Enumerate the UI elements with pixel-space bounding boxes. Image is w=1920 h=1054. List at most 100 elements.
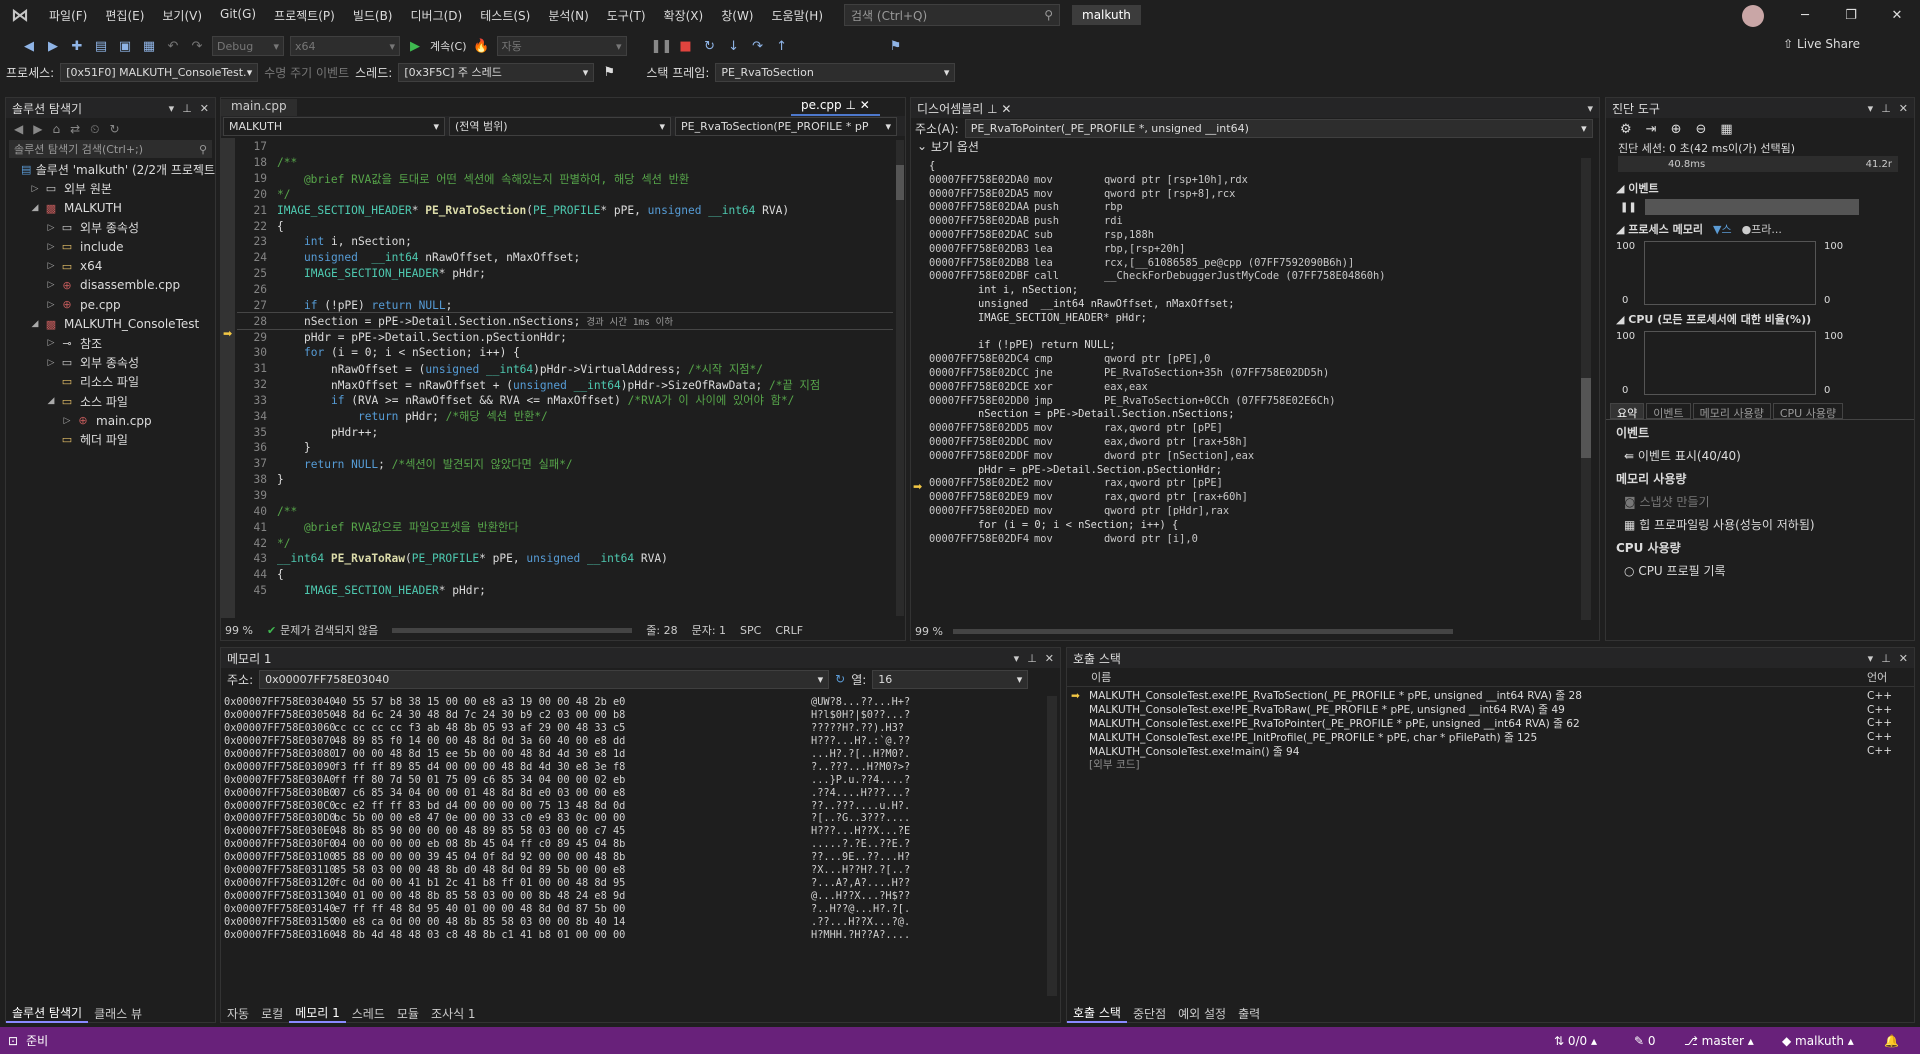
view-options-toggle[interactable]: ⌄ 보기 옵션: [911, 138, 1599, 154]
code-line[interactable]: 41 @brief RVA값으로 파일오프셋을 반환한다: [237, 519, 893, 535]
restart-icon[interactable]: ↻: [701, 37, 719, 55]
code-line[interactable]: 30 for (i = 0; i < nSection; i++) {: [237, 345, 893, 361]
redo-icon[interactable]: ↷: [188, 37, 206, 55]
disasm-line[interactable]: for (i = 0; i < nSection; i++) {: [929, 519, 1589, 533]
show-events-link[interactable]: ⇚ 이벤트 표시(40/40): [1606, 441, 1914, 464]
memory-address-input[interactable]: 0x00007FF758E03040 ▾: [259, 669, 830, 689]
live-share-button[interactable]: ⇧ Live Share: [1783, 37, 1860, 51]
forward-icon[interactable]: ▶: [44, 37, 62, 55]
expand-chevron-icon[interactable]: ▷: [28, 184, 42, 194]
dropdown-icon[interactable]: ▾: [1014, 652, 1020, 665]
expand-chevron-icon[interactable]: ▷: [44, 223, 58, 233]
menu-item[interactable]: 분석(N): [539, 7, 597, 24]
diag-tab[interactable]: 이벤트: [1646, 403, 1691, 420]
code-line[interactable]: 31 nRawOffset = (unsigned __int64)pHdr->…: [237, 361, 893, 377]
tree-item[interactable]: ▷ ⊕ disassemble.cpp: [6, 276, 215, 295]
code-line[interactable]: 19 @brief RVA값을 토대로 어떤 섹션에 속해있는지 판별하여, 해…: [237, 171, 893, 187]
dropdown-icon[interactable]: ▾: [1868, 102, 1874, 115]
code-line[interactable]: 27 if (!pPE) return NULL;: [237, 297, 893, 313]
disasm-line[interactable]: 00007FF758E02DCC jne PE_RvaToSection+35h (…: [929, 367, 1589, 381]
code-line[interactable]: 36 }: [237, 440, 893, 456]
lines-indicator[interactable]: ⇅ 0/0 ▴: [1554, 1034, 1597, 1048]
memory-row[interactable]: 0x00007FF758E03130 40 01 00 00 48 8b 85 5…: [224, 890, 1044, 903]
process-dropdown[interactable]: [0x51F0] MALKUTH_ConsoleTest. ▾: [60, 62, 259, 82]
save-all-icon[interactable]: ▦: [140, 37, 158, 55]
back-icon[interactable]: ◀: [14, 122, 23, 136]
panel-tab[interactable]: 중단점: [1127, 1005, 1172, 1022]
disasm-line[interactable]: unsigned __int64 nRawOffset, nMaxOffset;: [929, 298, 1589, 312]
project-nav-dropdown[interactable]: MALKUTH ▾: [223, 116, 445, 136]
panel-tab[interactable]: 솔루션 탐색기: [6, 1004, 89, 1023]
bookmark-icon[interactable]: ⚑: [887, 37, 905, 55]
settings-icon[interactable]: ⚙: [1620, 122, 1632, 137]
panel-tab[interactable]: 로컬: [255, 1005, 289, 1022]
expand-chevron-icon[interactable]: ▷: [44, 261, 58, 271]
editor-zoom[interactable]: 99 %: [225, 624, 253, 637]
lifecycle-events[interactable]: 수명 주기 이벤트: [264, 64, 349, 81]
memory-row[interactable]: 0x00007FF758E030C0 cc e2 ff ff 83 bd d4 0…: [224, 800, 1044, 813]
tree-item[interactable]: ▷ ⊕ pe.cpp: [6, 295, 215, 314]
repo-indicator[interactable]: ◆ malkuth ▴: [1782, 1034, 1854, 1048]
code-line[interactable]: 33 if (RVA >= nRawOffset && RVA <= nMaxO…: [237, 393, 893, 409]
tree-item[interactable]: ▷ ▭ include: [6, 237, 215, 256]
disasm-line[interactable]: 00007FF758E02DA0 mov qword ptr [rsp+10h],r…: [929, 174, 1589, 188]
expand-chevron-icon[interactable]: ▷: [44, 280, 58, 290]
code-line[interactable]: 35 pHdr++;: [237, 424, 893, 440]
pending-icon[interactable]: ⏲: [90, 122, 99, 137]
code-line[interactable]: 21 IMAGE_SECTION_HEADER* PE_RvaToSection(…: [237, 202, 893, 218]
code-line[interactable]: 20 */: [237, 187, 893, 203]
close-icon[interactable]: ✕: [1045, 652, 1054, 665]
maximize-button[interactable]: ❐: [1828, 0, 1874, 30]
panel-tab[interactable]: 스레드: [346, 1005, 391, 1022]
columns-dropdown[interactable]: 16 ▾: [872, 669, 1029, 689]
home-icon[interactable]: ⌂: [52, 122, 60, 136]
disasm-address-input[interactable]: PE_RvaToPointer(_PE_PROFILE *, unsigned …: [964, 118, 1593, 138]
call-stack-row[interactable]: MALKUTH_ConsoleTest.exe!PE_RvaToRaw(_PE_…: [1067, 703, 1914, 717]
step-over-icon[interactable]: ↷: [749, 37, 767, 55]
pin-icon[interactable]: ⊥: [845, 98, 855, 112]
scope-nav-dropdown[interactable]: (전역 범위) ▾: [449, 116, 671, 136]
refresh-icon[interactable]: ↻: [835, 672, 845, 686]
disasm-line[interactable]: 00007FF758E02DE9 mov rax,qword ptr [rax+60…: [929, 491, 1589, 505]
code-line[interactable]: 22 {: [237, 218, 893, 234]
close-button[interactable]: ✕: [1874, 0, 1920, 30]
panel-tab[interactable]: 출력: [1232, 1005, 1266, 1022]
call-stack-row[interactable]: [외부 코드]: [1067, 758, 1914, 772]
panel-tab[interactable]: 메모리 1: [289, 1004, 346, 1023]
memory-row[interactable]: 0x00007FF758E03040 40 55 57 b8 38 15 00 0…: [224, 696, 1044, 709]
continue-button[interactable]: 계속(C): [430, 38, 467, 54]
memory-row[interactable]: 0x00007FF758E03140 e7 ff ff 48 8d 95 40 0…: [224, 903, 1044, 916]
tab-pe-cpp[interactable]: pe.cpp ⊥ ✕: [791, 98, 880, 116]
tab-main-cpp[interactable]: main.cpp: [221, 99, 297, 116]
diag-tab[interactable]: CPU 사용량: [1772, 403, 1844, 420]
notifications-icon[interactable]: 🔔: [1884, 1034, 1899, 1048]
code-line[interactable]: 29 pHdr = pPE->Detail.Section.pSectionHd…: [237, 329, 893, 345]
col-lang-header[interactable]: 언어: [1867, 669, 1887, 685]
spc-indicator[interactable]: SPC: [740, 624, 761, 637]
code-line[interactable]: 34 return pHdr; /*해당 섹션 반환*/: [237, 408, 893, 424]
disasm-line[interactable]: {: [929, 160, 1589, 174]
expand-chevron-icon[interactable]: ▷: [44, 242, 58, 252]
code-line[interactable]: 38}: [237, 472, 893, 488]
memory-row[interactable]: 0x00007FF758E03060 cc cc cc cc f3 ab 48 8…: [224, 722, 1044, 735]
disasm-line[interactable]: 00007FF758E02DF4 mov dword ptr [i],0: [929, 533, 1589, 547]
memory-row[interactable]: 0x00007FF758E03050 48 8d 6c 24 30 48 8d 7…: [224, 709, 1044, 722]
code-line[interactable]: 42 */: [237, 535, 893, 551]
issues-label[interactable]: 문제가 검색되지 않음: [280, 622, 378, 638]
disasm-line[interactable]: 00007FF758E02DAB push rdi: [929, 215, 1589, 229]
expand-chevron-icon[interactable]: ◢: [28, 203, 42, 213]
editor-scrollbar[interactable]: [896, 140, 904, 616]
menu-item[interactable]: 프로젝트(P): [265, 7, 344, 24]
memory-row[interactable]: 0x00007FF758E03150 00 e8 ca 0d 00 00 48 8…: [224, 916, 1044, 929]
reset-zoom-icon[interactable]: ▦: [1720, 122, 1732, 137]
close-icon[interactable]: ✕: [860, 98, 870, 112]
memory-row[interactable]: 0x00007FF758E03090 f3 ff ff 89 85 d4 00 0…: [224, 761, 1044, 774]
call-stack-row[interactable]: ➡ MALKUTH_ConsoleTest.exe!PE_RvaToSection…: [1067, 689, 1914, 703]
menu-item[interactable]: 편집(E): [96, 7, 153, 24]
disasm-line[interactable]: if (!pPE) return NULL;: [929, 339, 1589, 353]
step-into-icon[interactable]: ↓: [725, 37, 743, 55]
menu-item[interactable]: 빌드(B): [344, 7, 402, 24]
panel-tab[interactable]: 예외 설정: [1172, 1005, 1232, 1022]
menu-item[interactable]: 도움말(H): [763, 7, 833, 24]
snapshot-button[interactable]: ◙ 스냅샷 만들기: [1606, 487, 1914, 510]
